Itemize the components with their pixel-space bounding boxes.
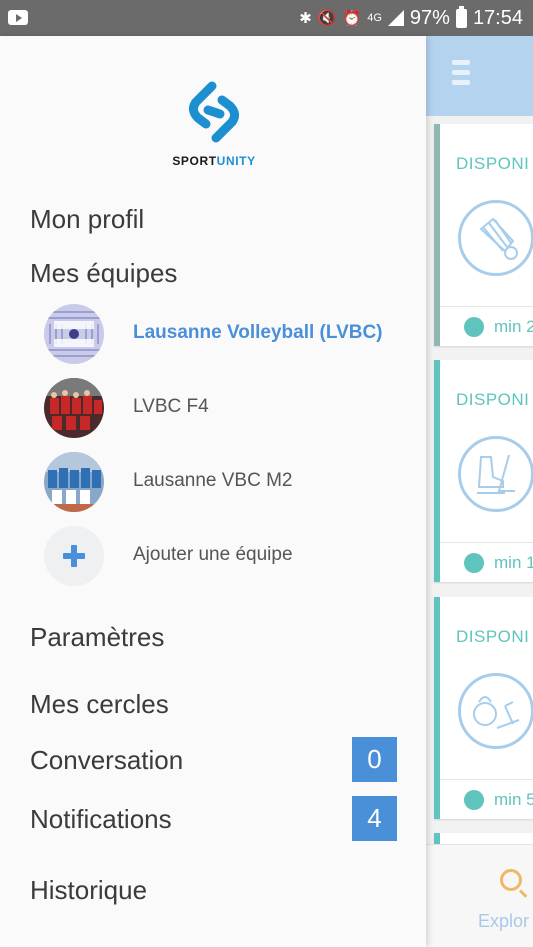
- activity-card[interactable]: DISPONI min 5: [434, 597, 533, 819]
- team-avatar: [44, 378, 104, 438]
- team-item-lvbc-f4[interactable]: LVBC F4: [44, 378, 404, 438]
- team-name: Lausanne Volleyball (LVBC): [133, 322, 383, 343]
- card-footer: min 2: [440, 306, 533, 346]
- team-name: Lausanne VBC M2: [133, 470, 293, 491]
- card-title: DISPONI: [456, 390, 530, 409]
- status-bar-right: ✱ 🔇 ⏰ 4G 97% 17:54: [299, 0, 523, 36]
- team-name: LVBC F4: [133, 396, 209, 417]
- person-icon: [464, 553, 484, 573]
- card-min-label: min 2: [494, 317, 533, 336]
- bottom-nav-bar: Explor: [426, 844, 533, 947]
- menu-item-settings[interactable]: Paramètres: [30, 622, 164, 653]
- sportunity-logo-icon: [188, 81, 240, 143]
- card-footer: min 5: [440, 779, 533, 819]
- menu-item-conversation[interactable]: Conversation: [30, 745, 183, 776]
- background-app: DISPONI min 2 DISPONI min 1 DISPONI min …: [426, 36, 533, 947]
- team-item-lausanne-volleyball[interactable]: Lausanne Volleyball (LVBC): [44, 304, 404, 364]
- bluetooth-icon: ✱: [299, 10, 312, 27]
- card-min-label: min 5: [494, 790, 533, 809]
- clock: 17:54: [472, 6, 523, 29]
- team-avatar: [44, 304, 104, 364]
- add-team-label: Ajouter une équipe: [133, 544, 293, 565]
- sportunity-logo: SPORTUNITY: [168, 80, 260, 172]
- search-icon[interactable]: [500, 869, 522, 891]
- menu-item-my-teams[interactable]: Mes équipes: [30, 258, 177, 289]
- team-avatar: [44, 452, 104, 512]
- alarm-icon: ⏰: [342, 10, 362, 27]
- card-min-label: min 1: [494, 553, 533, 572]
- card-title: DISPONI: [456, 627, 530, 646]
- network-type: 4G: [367, 12, 382, 24]
- person-icon: [464, 317, 484, 337]
- team-item-lausanne-vbc-m2[interactable]: Lausanne VBC M2: [44, 452, 404, 512]
- ice-hockey-icon: [458, 436, 533, 512]
- battery-icon: [455, 5, 467, 28]
- brand-name: SPORTUNITY: [172, 154, 256, 168]
- menu-item-profile[interactable]: Mon profil: [30, 204, 144, 235]
- navigation-drawer: SPORTUNITY Mon profil Mes équipes Lausan…: [0, 36, 426, 947]
- status-bar: ✱ 🔇 ⏰ 4G 97% 17:54: [0, 0, 533, 36]
- badminton-shuttlecock-icon: [458, 200, 533, 276]
- card-footer: min 1: [440, 542, 533, 582]
- explore-tab-label[interactable]: Explor: [478, 911, 529, 932]
- activity-card[interactable]: DISPONI min 2: [434, 124, 533, 346]
- youtube-icon: [8, 10, 28, 25]
- card-title: DISPONI: [456, 154, 530, 173]
- mute-icon: 🔇: [317, 10, 337, 27]
- menu-item-history[interactable]: Historique: [30, 875, 147, 906]
- battery-percent: 97%: [409, 6, 450, 29]
- notifications-count-badge: 4: [352, 796, 397, 841]
- signal-icon: [387, 10, 404, 26]
- activity-card[interactable]: DISPONI min 1: [434, 360, 533, 582]
- menu-item-my-circles[interactable]: Mes cercles: [30, 689, 169, 720]
- fitness-kettlebell-treadmill-icon: [458, 673, 533, 749]
- conversation-count-badge: 0: [352, 737, 397, 782]
- hamburger-menu-icon[interactable]: [452, 60, 470, 90]
- app-top-bar: [426, 36, 533, 116]
- menu-item-notifications[interactable]: Notifications: [30, 804, 172, 835]
- person-icon: [464, 790, 484, 810]
- plus-icon: [44, 526, 104, 586]
- add-team-button[interactable]: Ajouter une équipe: [44, 526, 404, 586]
